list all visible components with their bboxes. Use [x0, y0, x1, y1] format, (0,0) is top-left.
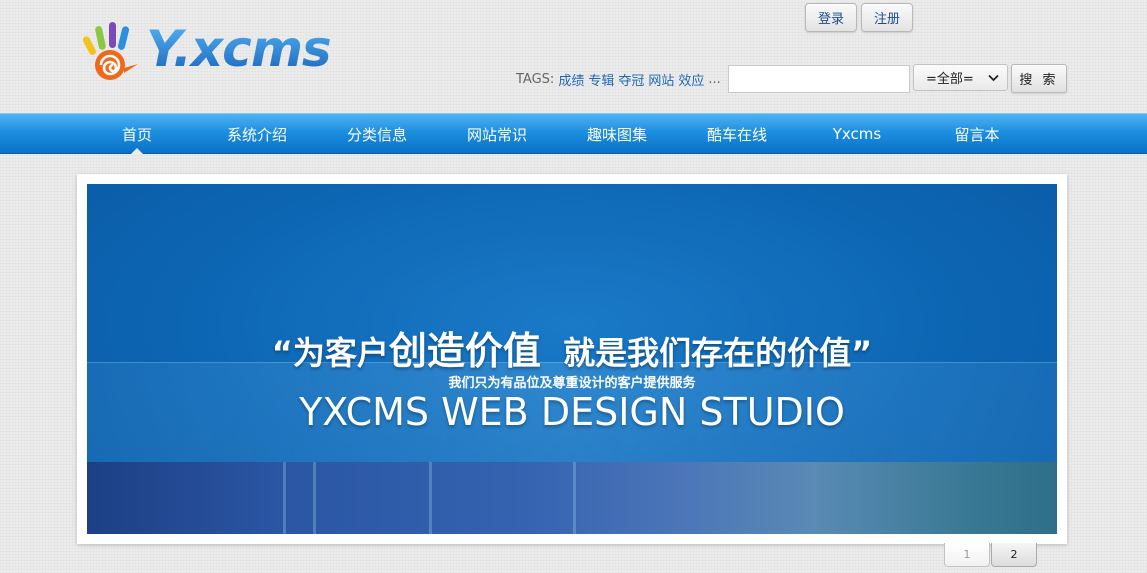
slogan-part3: 就是我们存在的价值 — [563, 334, 852, 372]
tag-link[interactable]: 网站 — [648, 70, 674, 89]
tags-more: ... — [708, 72, 721, 87]
nav-item-web-knowledge[interactable]: 网站常识 — [437, 114, 557, 154]
logo-wordmark: Y.xcms — [146, 20, 332, 78]
main-nav: 首页 系统介绍 分类信息 网站常识 趣味图集 酷车在线 Yxcms 留言本 — [0, 113, 1147, 155]
login-button[interactable]: 登录 — [805, 3, 857, 32]
search-button[interactable]: 搜 索 — [1011, 64, 1067, 93]
nav-item-yxcms[interactable]: Yxcms — [797, 114, 917, 154]
slogan-part1: 为客户 — [292, 334, 389, 372]
slogan-close-quote: ” — [851, 334, 873, 372]
banner-bottom-strip — [87, 462, 1057, 534]
light-streak — [573, 462, 576, 534]
tags-label: TAGS: — [516, 72, 555, 87]
search-scope-select[interactable]: =全部= — [913, 64, 1008, 91]
tag-link[interactable]: 成绩 — [558, 70, 584, 89]
banner-slogan: “为客户创造价值 就是我们存在的价值” — [87, 320, 1057, 375]
banner-sub-slogan: 我们只为有品位及尊重设计的客户提供服务 — [448, 376, 696, 391]
register-button[interactable]: 注册 — [861, 3, 913, 32]
tag-list: TAGS: 成绩 专辑 夺冠 网站 效应 ... — [516, 70, 721, 89]
slogan-part2: 创造价值 — [388, 329, 541, 373]
banner-slide[interactable]: “为客户创造价值 就是我们存在的价值” 我们只为有品位及尊重设计的客户提供服务 … — [87, 184, 1057, 534]
banner-frame: “为客户创造价值 就是我们存在的价值” 我们只为有品位及尊重设计的客户提供服务 … — [77, 174, 1067, 544]
nav-item-fun-gallery[interactable]: 趣味图集 — [557, 114, 677, 154]
banner-studio-name: YXCMS WEB DESIGN STUDIO — [299, 390, 845, 434]
nav-item-classifieds[interactable]: 分类信息 — [317, 114, 437, 154]
nav-item-home[interactable]: 首页 — [77, 114, 197, 155]
search-input[interactable] — [728, 65, 910, 93]
tag-link[interactable]: 专辑 — [588, 70, 614, 89]
tag-link[interactable]: 效应 — [678, 70, 704, 89]
nav-item-guestbook[interactable]: 留言本 — [917, 114, 1037, 154]
chevron-down-icon — [988, 74, 999, 81]
site-logo[interactable]: Y.xcms — [80, 18, 340, 84]
light-streak — [283, 462, 286, 534]
hand-swirl-logo-icon — [82, 22, 138, 80]
slide-pager-1[interactable]: 1 — [944, 543, 990, 567]
search-scope-value: =全部= — [926, 72, 974, 87]
light-streak — [313, 462, 316, 534]
slogan-open-quote: “ — [271, 334, 293, 372]
slide-pager-2[interactable]: 2 — [991, 543, 1037, 567]
tag-link[interactable]: 夺冠 — [618, 70, 644, 89]
light-streak — [429, 462, 432, 534]
nav-item-system-intro[interactable]: 系统介绍 — [197, 114, 317, 154]
nav-item-cool-cars[interactable]: 酷车在线 — [677, 114, 797, 154]
